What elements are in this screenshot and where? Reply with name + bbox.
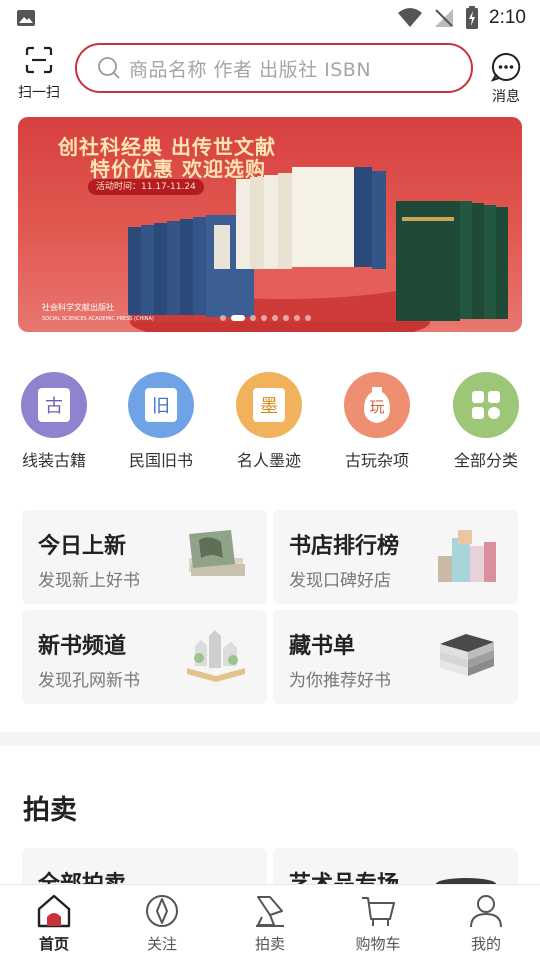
message-button[interactable]: 消息: [484, 44, 528, 105]
promo-banner[interactable]: 创社科经典 出传世文献 特价优惠 欢迎选购 活动时间：11.17-11.24 社…: [18, 117, 522, 332]
bottom-navigation: 首页 关注 拍卖 购物车 我的: [0, 884, 540, 960]
feature-grid: 今日上新 发现新上好书 书店排行榜 发现口碑好店 新书频道 发现孔网新书 藏书单…: [22, 510, 518, 704]
card-new-book-channel[interactable]: 新书频道 发现孔网新书: [22, 610, 267, 704]
nav-follow[interactable]: 关注: [108, 885, 216, 960]
banner-dot[interactable]: [220, 315, 226, 321]
status-bar: 2:10: [0, 0, 540, 36]
card-subtitle: 发现新上好书: [38, 571, 140, 591]
user-icon: [470, 895, 502, 928]
gallery-notification-icon: [17, 10, 35, 26]
category-thread-bound-books[interactable]: 古 线装古籍: [9, 372, 99, 471]
nav-label: 关注: [146, 935, 177, 953]
category-label: 全部分类: [453, 451, 518, 470]
card-title: 今日上新: [38, 534, 127, 559]
battery-charging-icon: [466, 6, 479, 29]
auction-hammer-icon: [256, 896, 284, 927]
wifi-icon: [398, 8, 423, 27]
banner-dot-active[interactable]: [231, 315, 245, 321]
card-today-new[interactable]: 今日上新 发现新上好书: [22, 510, 267, 604]
old-book-icon: 旧: [128, 372, 194, 438]
category-label: 线装古籍: [21, 451, 86, 470]
category-label: 民国旧书: [128, 451, 193, 470]
popup-book-illustration: [187, 630, 245, 682]
category-calligraphy[interactable]: 墨 名人墨迹: [224, 372, 314, 471]
antique-vase-icon: 玩: [344, 372, 410, 438]
compass-icon: [146, 895, 178, 927]
grid-icon: [453, 372, 519, 438]
calligraphy-icon: 墨: [236, 372, 302, 438]
card-store-ranking[interactable]: 书店排行榜 发现口碑好店: [273, 510, 518, 604]
ranking-books-illustration: [438, 530, 496, 582]
search-icon: [98, 57, 120, 79]
auction-section-title: 拍卖: [23, 795, 77, 826]
banner-pagination: [220, 315, 311, 321]
status-time: 2:10: [489, 7, 526, 28]
section-divider: [0, 732, 540, 746]
nav-cart[interactable]: 购物车: [324, 885, 432, 960]
card-title: 藏书单: [289, 634, 356, 659]
banner-publisher: 社会科学文献出版社 SOCIAL SCIENCES ACADEMIC PRESS…: [42, 303, 154, 322]
message-label: 消息: [492, 89, 520, 105]
nav-profile[interactable]: 我的: [432, 885, 540, 960]
banner-dot[interactable]: [283, 315, 289, 321]
scan-icon: [25, 46, 53, 74]
banner-book-illustration: [128, 167, 508, 332]
new-books-illustration: [189, 530, 245, 576]
scan-label: 扫一扫: [18, 85, 60, 101]
nav-label: 购物车: [355, 935, 401, 953]
category-row: 古 线装古籍 旧 民国旧书 墨 名人墨迹 玩 古玩杂项 全部分类: [0, 372, 540, 472]
nav-auction[interactable]: 拍卖: [216, 885, 324, 960]
banner-dot[interactable]: [250, 315, 256, 321]
home-icon: [37, 894, 71, 928]
message-icon: [491, 52, 521, 82]
card-subtitle: 发现孔网新书: [38, 671, 140, 691]
nav-label: 我的: [470, 935, 501, 953]
category-all[interactable]: 全部分类: [441, 372, 531, 471]
header: 扫一扫 商品名称 作者 出版社 ISBN 消息: [0, 40, 540, 105]
card-title: 书店排行榜: [289, 534, 400, 559]
scan-button[interactable]: 扫一扫: [14, 44, 64, 101]
no-signal-icon: [435, 9, 454, 27]
banner-dot[interactable]: [272, 315, 278, 321]
category-label: 名人墨迹: [236, 451, 301, 470]
category-label: 古玩杂项: [344, 451, 409, 470]
nav-label: 拍卖: [254, 935, 285, 953]
search-input[interactable]: 商品名称 作者 出版社 ISBN: [75, 43, 473, 93]
card-subtitle: 为你推荐好书: [289, 671, 391, 691]
thread-bound-book-icon: 古: [21, 372, 87, 438]
category-republic-era-books[interactable]: 旧 民国旧书: [116, 372, 206, 471]
card-subtitle: 发现口碑好店: [289, 571, 391, 591]
banner-dot[interactable]: [305, 315, 311, 321]
cart-icon: [362, 897, 395, 926]
banner-dot[interactable]: [261, 315, 267, 321]
card-title: 新书频道: [38, 634, 127, 659]
search-placeholder: 商品名称 作者 出版社 ISBN: [129, 58, 372, 81]
card-book-list[interactable]: 藏书单 为你推荐好书: [273, 610, 518, 704]
category-antiques[interactable]: 玩 古玩杂项: [332, 372, 422, 471]
book-stack-illustration: [440, 634, 494, 676]
banner-dot[interactable]: [294, 315, 300, 321]
nav-label: 首页: [38, 935, 69, 953]
nav-home[interactable]: 首页: [0, 885, 108, 960]
